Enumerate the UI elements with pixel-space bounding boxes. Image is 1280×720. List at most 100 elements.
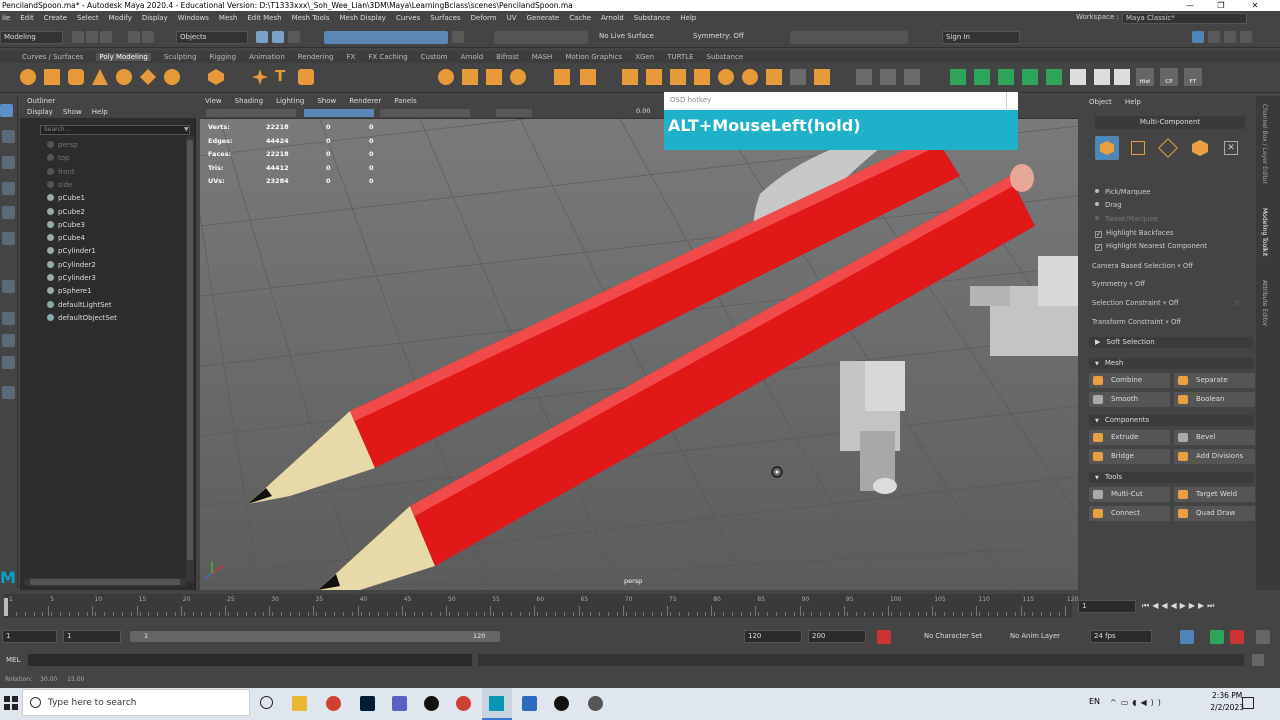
outliner-vscroll-thumb[interactable] [187, 140, 193, 560]
menu-item-3[interactable]: Select [77, 14, 99, 22]
fill-hole-shelf-icon[interactable] [694, 69, 710, 85]
photoshop-icon[interactable] [360, 696, 375, 711]
paint-select-tool-icon[interactable] [2, 156, 15, 169]
end-time-field[interactable]: 200 [808, 630, 866, 643]
menu-item-9[interactable]: Mesh Tools [292, 14, 330, 22]
channel-box-tab[interactable]: Channel Box / Layer Editor [1261, 104, 1268, 184]
extrude-button[interactable]: Extrude [1089, 430, 1170, 445]
attribute-editor-tab[interactable]: Attribute Editor [1261, 280, 1268, 326]
obs-icon[interactable] [554, 696, 569, 711]
shelf-tab-0[interactable]: Curves / Surfaces [22, 53, 83, 61]
symmetry-field[interactable]: Symmetry: Off [690, 31, 780, 44]
toolkit-section-mesh[interactable]: ▼ Mesh [1089, 358, 1253, 369]
four-view-layout-icon[interactable] [2, 334, 15, 347]
boolean-shelf-icon[interactable] [580, 69, 596, 85]
language-indicator[interactable]: EN [1089, 697, 1100, 706]
viewport-menu-3[interactable]: Show [317, 97, 336, 105]
tray-icons[interactable]: ^▭◖◀)) [1110, 698, 1180, 708]
chrome-icon[interactable] [326, 696, 341, 711]
persp-outliner-layout-icon[interactable] [2, 356, 15, 369]
edge-mode-icon[interactable] [1158, 138, 1178, 158]
osd-close-icon[interactable] [1006, 92, 1018, 109]
show-hide-modeling-toolkit-icon[interactable] [1192, 31, 1204, 43]
outliner-item[interactable]: pCube2 [47, 206, 85, 218]
menu-item-8[interactable]: Edit Mesh [247, 14, 281, 22]
bevel-button[interactable]: Bevel [1174, 430, 1255, 445]
outliner-item[interactable]: pCube1 [47, 192, 85, 204]
auto-key-icon[interactable] [877, 630, 891, 644]
spherical-map-shelf-icon[interactable] [1022, 69, 1038, 85]
viewport-menu-5[interactable]: Panels [394, 97, 417, 105]
rotate-tool-icon[interactable] [2, 206, 15, 219]
smooth-shelf-icon[interactable] [510, 69, 526, 85]
menu-item-14[interactable]: UV [507, 14, 517, 22]
combine-button[interactable]: Combine [1089, 373, 1170, 388]
teams-icon[interactable] [392, 696, 407, 711]
poly-cube-icon[interactable] [44, 69, 60, 85]
playback-controls[interactable]: ⏮◀◀◀▶▶▶⏭ [1142, 601, 1272, 612]
shelf-tab-3[interactable]: Rigging [210, 53, 237, 61]
face-mode-icon[interactable] [1192, 140, 1208, 156]
outliner-item[interactable]: top [47, 152, 69, 164]
maya-taskbar-item[interactable] [482, 688, 512, 720]
toolkit-setting[interactable]: Transform Constraint ▾ Off [1092, 318, 1181, 326]
selection-mode-select[interactable]: Objects [176, 31, 248, 44]
shelf-tab-9[interactable]: Arnold [461, 53, 484, 61]
outliner-menu-2[interactable]: Help [92, 108, 108, 116]
soft-selection-section[interactable]: ▶ Soft Selection [1089, 337, 1253, 348]
target-weld-shelf-icon[interactable] [880, 69, 896, 85]
quad-draw-shelf-icon[interactable] [790, 69, 806, 85]
toolkit-menu-1[interactable]: Help [1125, 98, 1141, 106]
taskbar-clock[interactable]: 2:36 PM 2/2/2023 [1210, 690, 1244, 714]
character-set-select[interactable]: No Character Set [924, 632, 982, 640]
lasso-tool-icon[interactable] [2, 130, 15, 143]
toolkit-setting[interactable]: Symmetry ▾ Off [1092, 280, 1145, 288]
smooth-button[interactable]: Smooth [1089, 392, 1170, 407]
extract-shelf-icon[interactable] [486, 69, 502, 85]
menu-item-1[interactable]: Edit [20, 14, 34, 22]
wedge-shelf-icon[interactable] [742, 69, 758, 85]
mirror-shelf-icon[interactable] [554, 69, 570, 85]
freeze-transforms-button[interactable]: FT [1184, 68, 1202, 86]
toolkit-option[interactable]: ✓ Highlight Nearest Component [1095, 242, 1207, 251]
viewport-menu-1[interactable]: Shading [235, 97, 263, 105]
time-slider-track[interactable]: 1 5 10 15 20 25 30 35 40 45 50 55 60 65 70 75 80 85 90 95 10… [4, 594, 1078, 618]
sound-icon[interactable] [1210, 630, 1224, 644]
display-mode-icons[interactable] [304, 109, 374, 117]
multicut-shelf-icon[interactable] [814, 69, 830, 85]
redo-icon[interactable] [142, 31, 154, 43]
shelf-tab-15[interactable]: Substance [707, 53, 744, 61]
shelf-tab-13[interactable]: XGen [635, 53, 654, 61]
outliner-item[interactable]: defaultLightSet [47, 299, 112, 311]
scale-tool-icon[interactable] [2, 232, 15, 245]
menu-item-11[interactable]: Curves [396, 14, 420, 22]
type-tool-icon[interactable]: T [275, 67, 285, 85]
lock-icon[interactable] [452, 31, 464, 43]
menu-item-4[interactable]: Modify [109, 14, 132, 22]
shelf-tab-4[interactable]: Animation [249, 53, 285, 61]
live-surface-field[interactable]: No Live Surface [596, 31, 682, 44]
menu-item-10[interactable]: Mesh Display [339, 14, 385, 22]
shelf-tab-2[interactable]: Sculpting [164, 53, 197, 61]
current-frame-marker[interactable] [4, 598, 8, 616]
toolkit-setting[interactable]: Selection Constraint ▾ Off 0 [1092, 299, 1239, 307]
add-divisions-button[interactable]: Add Divisions [1174, 449, 1255, 464]
menu-item-2[interactable]: Create [44, 14, 67, 22]
shelf-tab-1[interactable]: Poly Modeling [96, 53, 151, 61]
separate-shelf-icon[interactable] [462, 69, 478, 85]
maximize-icon[interactable]: ❐ [1206, 0, 1236, 11]
outliner-item[interactable]: pSphere1 [47, 285, 92, 297]
svg-tool-icon[interactable] [298, 69, 314, 85]
outliner-item[interactable]: pCube4 [47, 232, 85, 244]
show-tool-settings-icon[interactable] [1224, 31, 1236, 43]
poke-shelf-icon[interactable] [766, 69, 782, 85]
menu-item-13[interactable]: Deform [471, 14, 497, 22]
center-pivot-button[interactable]: CP [1160, 68, 1178, 86]
snap-icons[interactable] [494, 31, 588, 44]
automatic-map-shelf-icon[interactable] [1046, 69, 1062, 85]
shelf-tab-8[interactable]: Custom [421, 53, 448, 61]
toolkit-setting[interactable]: Camera Based Selection ▾ Off [1092, 262, 1193, 270]
outliner-search-input[interactable]: Search... [40, 125, 190, 135]
show-channel-box-icon[interactable] [1240, 31, 1252, 43]
poly-disc-icon[interactable] [164, 69, 180, 85]
